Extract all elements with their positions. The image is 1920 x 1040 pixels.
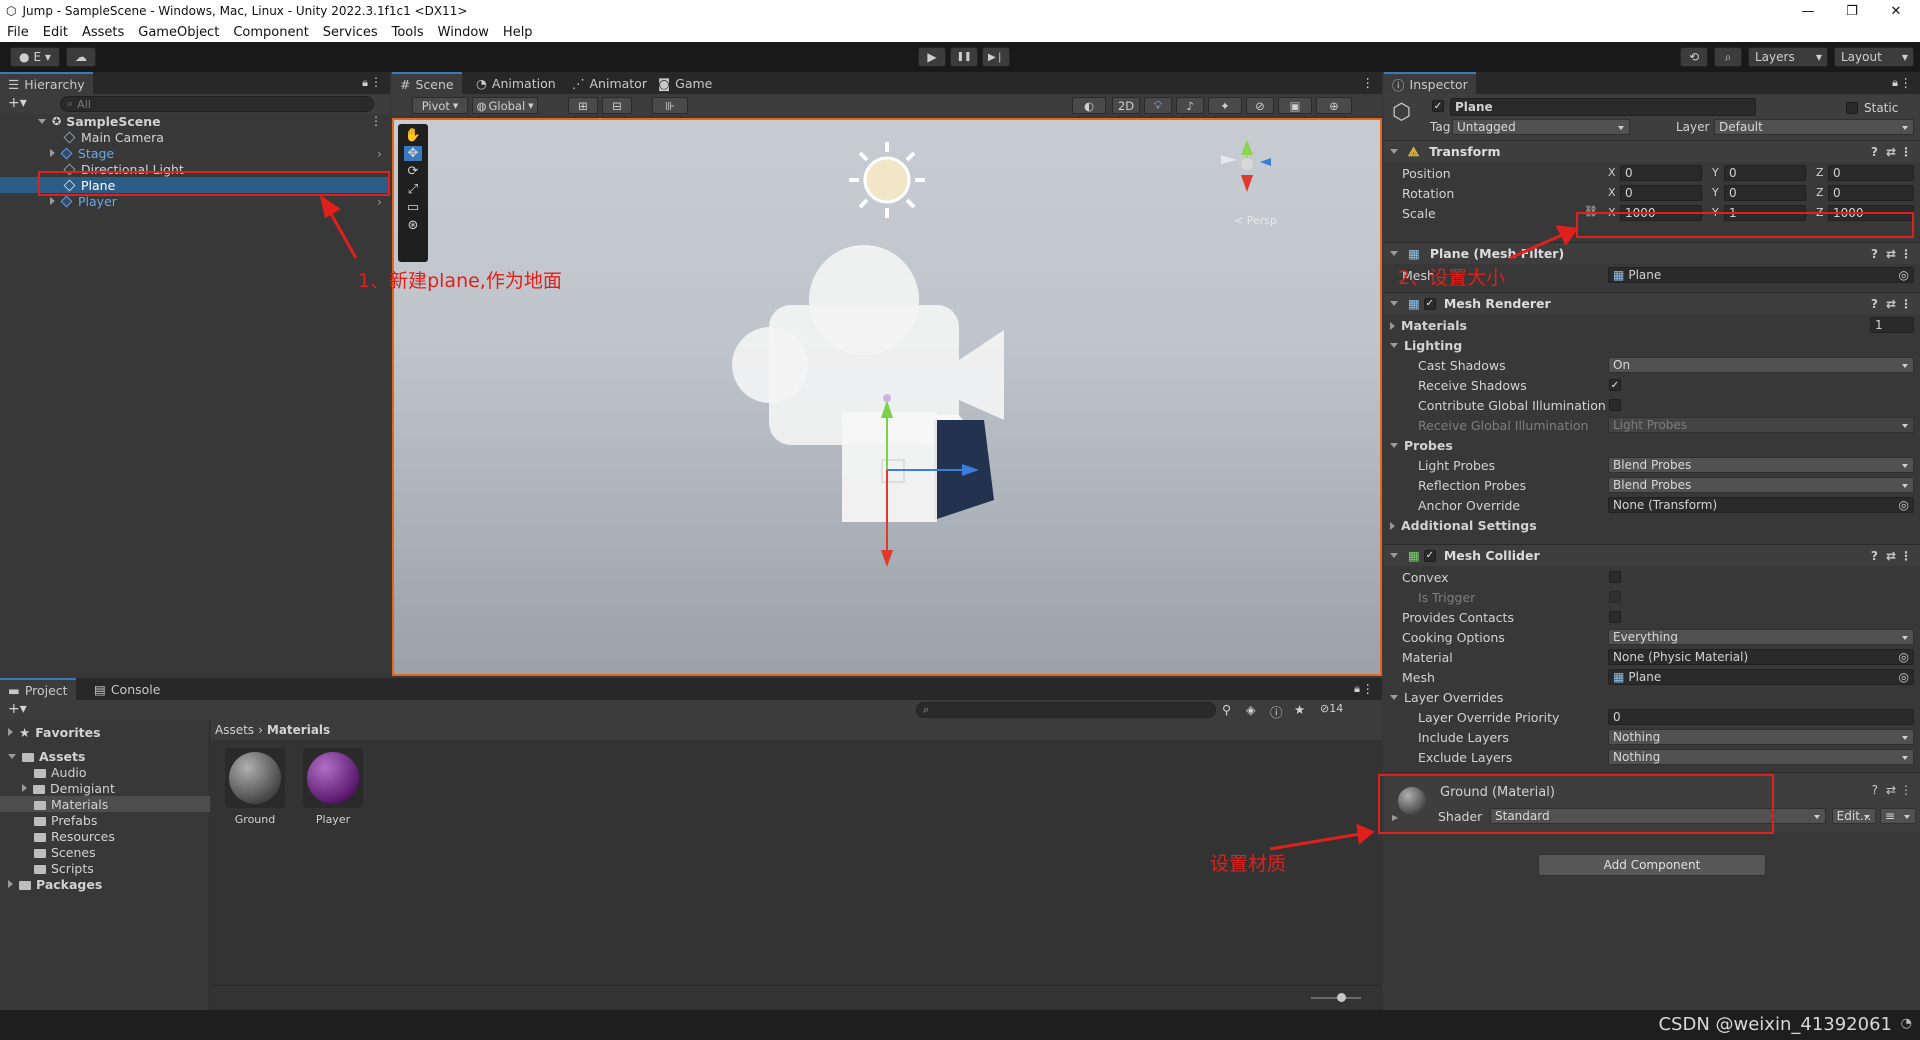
annotation-text-2: 2、设置大小: [1398, 267, 1506, 289]
annotation-text-1: 1、新建plane,作为地面: [358, 270, 562, 292]
annotation-arrows: [319, 194, 1579, 851]
annotation-text-3: 设置材质: [1210, 853, 1287, 875]
annotation-box-material: [1378, 774, 1774, 834]
annotation-box-scale: [1576, 212, 1914, 238]
arrow-icon: [319, 194, 1579, 851]
